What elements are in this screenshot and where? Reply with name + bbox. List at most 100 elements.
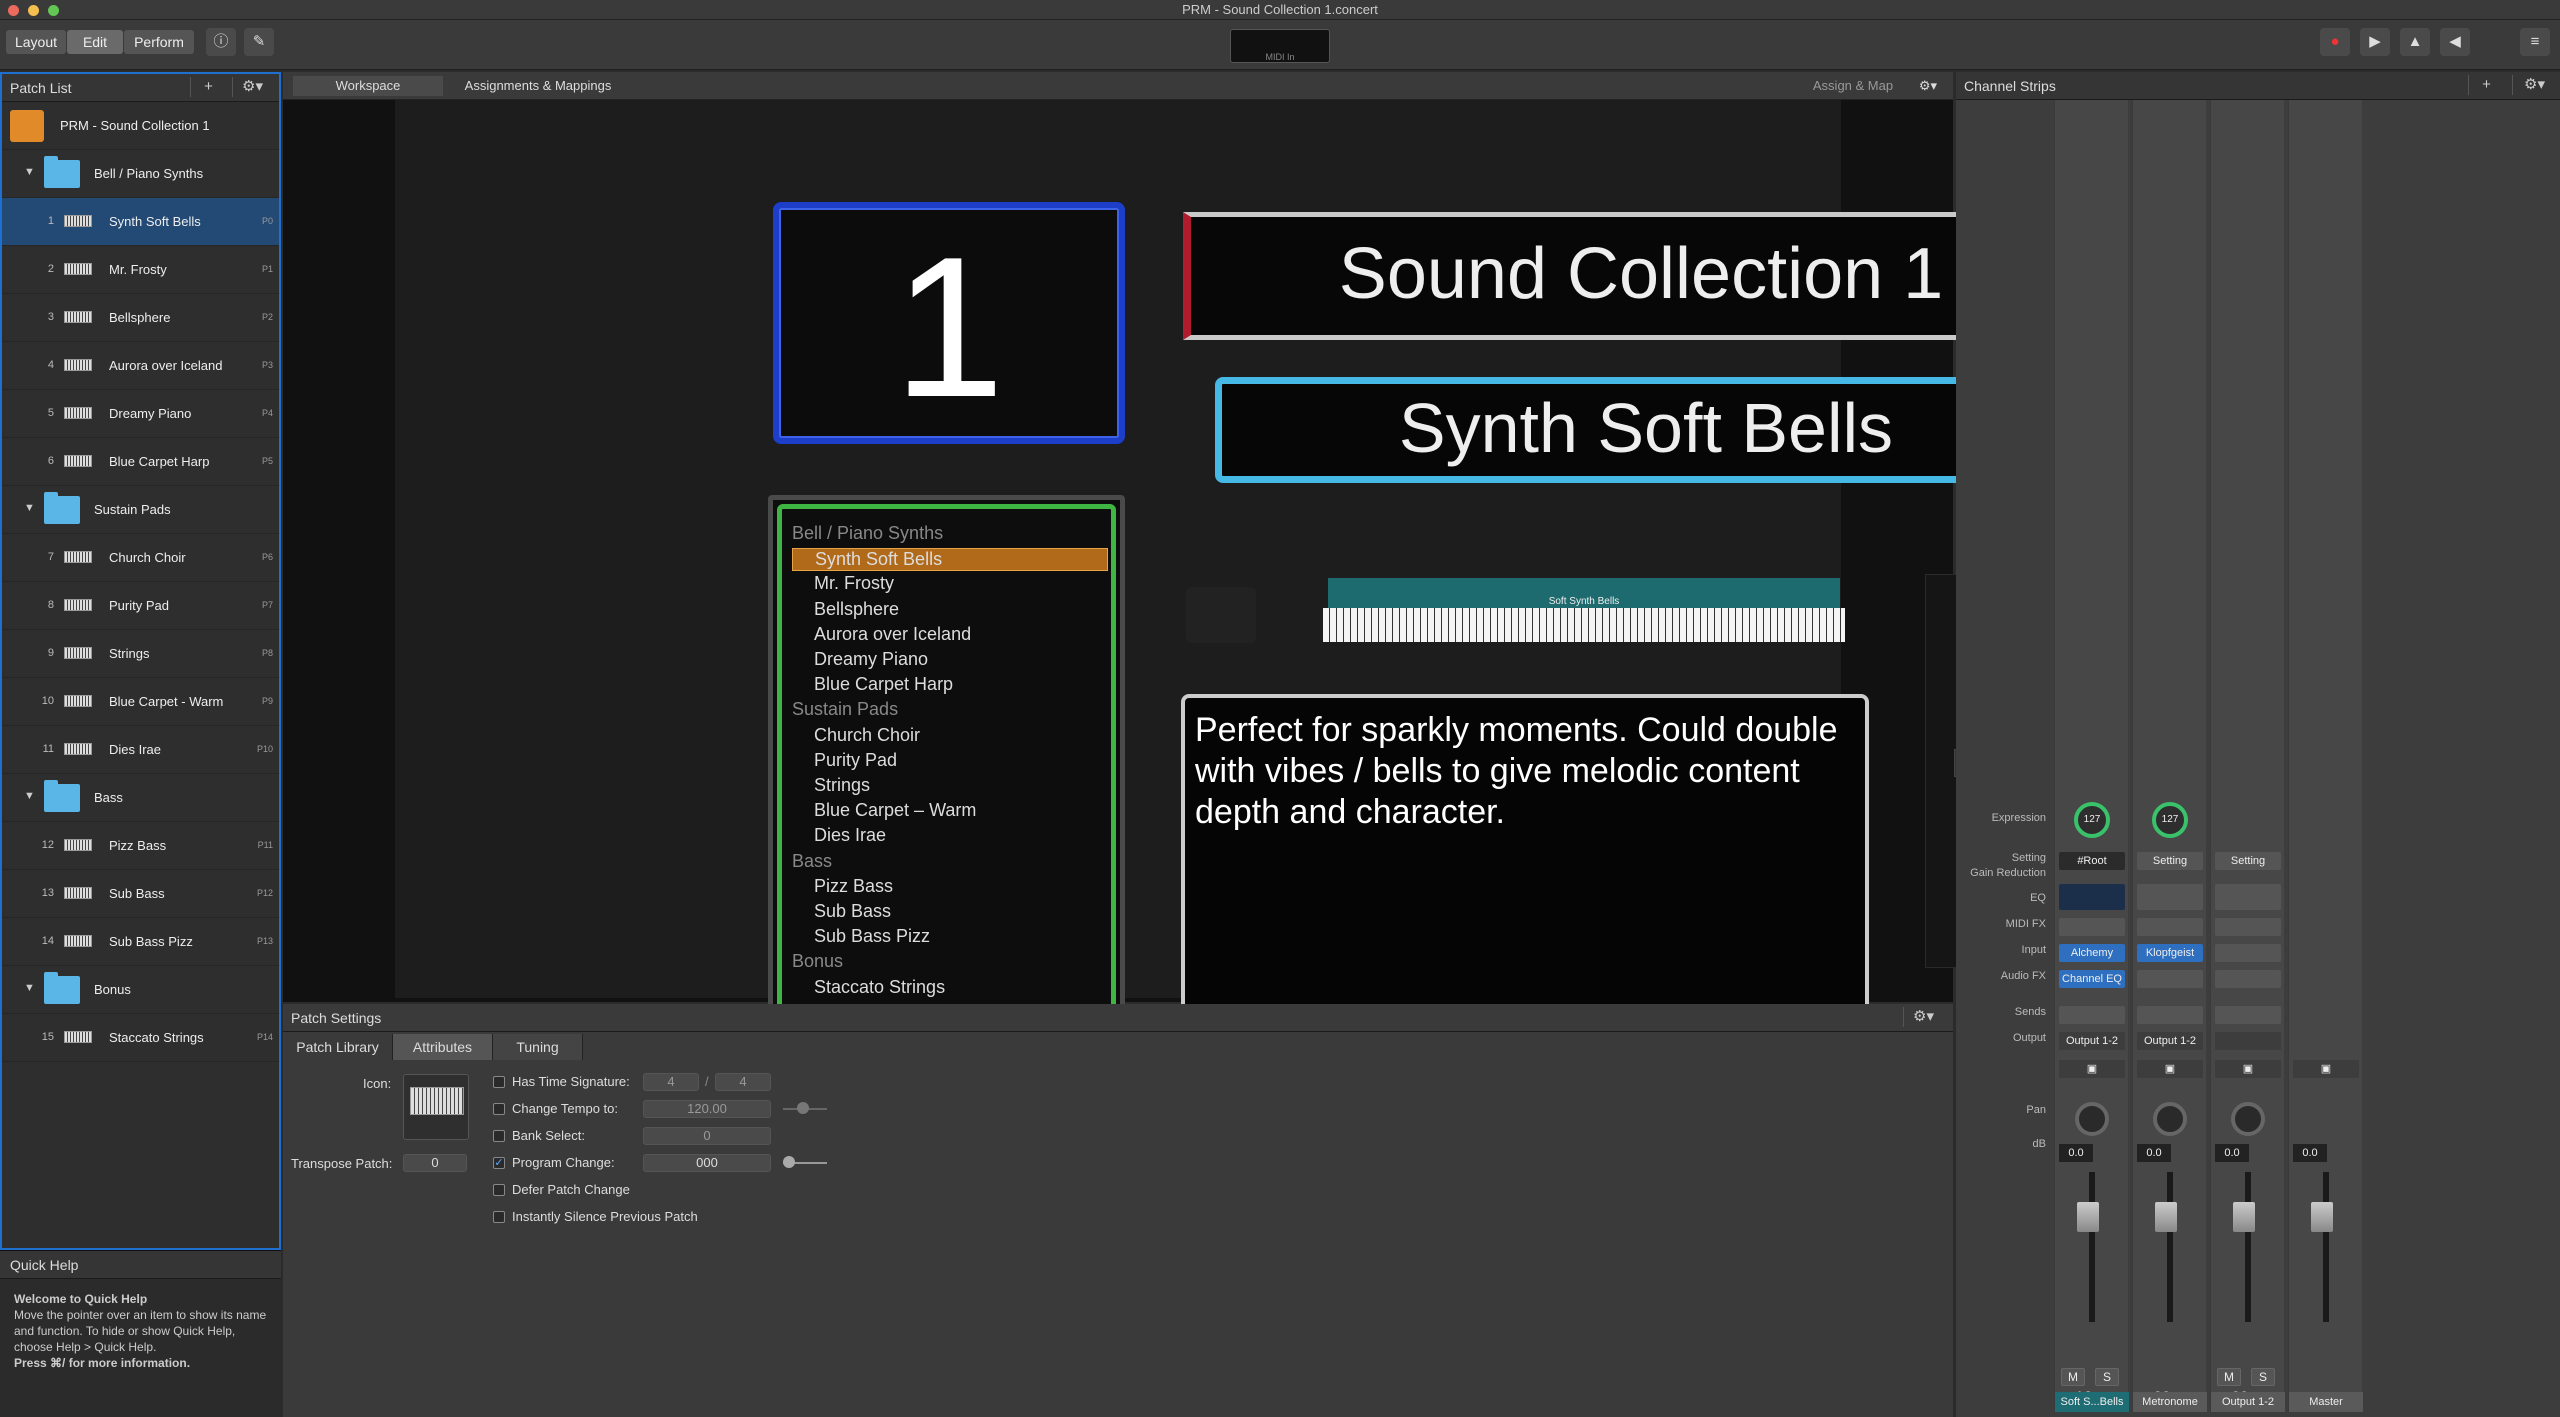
patch-notes[interactable]: Perfect for sparkly moments. Could doubl… xyxy=(1181,694,1869,1044)
bank-select-field[interactable]: 0 xyxy=(643,1127,771,1145)
disclosure-triangle-icon[interactable]: ▼ xyxy=(24,982,35,994)
patch-row[interactable]: 8 Purity Pad P7 xyxy=(2,582,279,630)
midi-fx-slot[interactable] xyxy=(2059,918,2125,936)
volume-fader[interactable] xyxy=(2297,1172,2355,1322)
assign-map-button[interactable]: Assign & Map xyxy=(1803,76,1903,96)
picker-item[interactable]: Dies Irae xyxy=(814,825,886,846)
input-slot[interactable]: Klopfgeist xyxy=(2137,944,2203,962)
setting-slot[interactable]: Setting xyxy=(2215,852,2281,870)
patch-row[interactable]: 10 Blue Carpet - Warm P9 xyxy=(2,678,279,726)
metronome-icon[interactable]: ▲ xyxy=(2400,28,2430,56)
gear-icon[interactable]: ⚙▾ xyxy=(1903,1007,1943,1027)
patch-row[interactable]: 2 Mr. Frosty P1 xyxy=(2,246,279,294)
patch-row[interactable]: 14 Sub Bass Pizz P13 xyxy=(2,918,279,966)
pan-knob[interactable] xyxy=(2153,1102,2187,1136)
solo-button[interactable]: S xyxy=(2095,1368,2119,1386)
picker-item[interactable]: Aurora over Iceland xyxy=(814,624,971,645)
patch-picker[interactable]: Bell / Piano Synths Synth Soft Bells Mr. F… xyxy=(768,495,1125,1043)
audio-fx-slot[interactable] xyxy=(2215,970,2281,988)
patch-row[interactable]: 3 Bellsphere P2 xyxy=(2,294,279,342)
output-slot[interactable]: Output 1-2 xyxy=(2137,1032,2203,1050)
change-tempo-checkbox[interactable] xyxy=(493,1103,505,1115)
setting-slot[interactable]: Setting xyxy=(2137,852,2203,870)
midi-fx-slot[interactable] xyxy=(2137,918,2203,936)
folder-row[interactable]: ▼ Bonus xyxy=(2,966,279,1014)
audio-fx-slot[interactable]: Channel EQ xyxy=(2059,970,2125,988)
keyboard-keys[interactable] xyxy=(1323,608,1845,642)
setting-slot[interactable]: #Root xyxy=(2059,852,2125,870)
patch-row[interactable]: 7 Church Choir P6 xyxy=(2,534,279,582)
tab-workspace[interactable]: Workspace xyxy=(293,76,443,96)
patch-row[interactable]: 6 Blue Carpet Harp P5 xyxy=(2,438,279,486)
tab-attributes[interactable]: Attributes xyxy=(393,1034,493,1060)
info-icon[interactable]: ⓘ xyxy=(206,28,236,56)
concert-row[interactable]: PRM - Sound Collection 1 xyxy=(2,102,279,150)
picker-item[interactable]: Blue Carpet Harp xyxy=(814,674,953,695)
expression-knob[interactable]: 127 xyxy=(2152,802,2188,838)
add-patch-button[interactable]: + xyxy=(190,77,226,97)
patch-row[interactable]: 5 Dreamy Piano P4 xyxy=(2,390,279,438)
silence-previous-checkbox[interactable] xyxy=(493,1211,505,1223)
patch-row[interactable]: 1 Synth Soft Bells P0 xyxy=(2,198,279,246)
picker-item[interactable]: Mr. Frosty xyxy=(814,573,894,594)
time-signature-numerator[interactable]: 4 xyxy=(643,1073,699,1091)
patch-row[interactable]: 15 Staccato Strings P14 xyxy=(2,1014,279,1062)
picker-item[interactable]: Blue Carpet – Warm xyxy=(814,800,976,821)
tempo-slider[interactable] xyxy=(783,1102,827,1114)
tab-assignments-mappings[interactable]: Assignments & Mappings xyxy=(453,76,623,96)
pan-knob[interactable] xyxy=(2075,1102,2109,1136)
strip-name[interactable]: Output 1-2 xyxy=(2211,1392,2285,1412)
disclosure-triangle-icon[interactable]: ▼ xyxy=(24,166,35,178)
picker-item[interactable]: Strings xyxy=(814,775,870,796)
picker-item[interactable]: Synth Soft Bells xyxy=(792,548,1108,572)
mute-button[interactable]: M xyxy=(2217,1368,2241,1386)
output-slot[interactable] xyxy=(2215,1032,2281,1050)
patch-icon-picker[interactable] xyxy=(403,1074,469,1140)
minimize-window-button[interactable] xyxy=(28,5,39,16)
patch-row[interactable]: 12 Pizz Bass P11 xyxy=(2,822,279,870)
close-window-button[interactable] xyxy=(8,5,19,16)
picker-item[interactable]: Sub Bass Pizz xyxy=(814,926,930,947)
strip-name[interactable]: Master xyxy=(2289,1392,2363,1412)
defer-patch-change-checkbox[interactable] xyxy=(493,1184,505,1196)
time-signature-checkbox[interactable] xyxy=(493,1076,505,1088)
solo-button[interactable]: S xyxy=(2251,1368,2275,1386)
picker-item[interactable]: Pizz Bass xyxy=(814,876,893,897)
add-channel-strip-button[interactable]: + xyxy=(2468,75,2504,95)
input-slot[interactable] xyxy=(2215,944,2281,962)
folder-row[interactable]: ▼ Sustain Pads xyxy=(2,486,279,534)
sends-slot[interactable] xyxy=(2215,1006,2281,1024)
eq-slot[interactable] xyxy=(2059,884,2125,910)
picker-item[interactable]: Dreamy Piano xyxy=(814,649,928,670)
edit-mode-button[interactable]: Edit xyxy=(67,30,123,54)
strip-name[interactable]: Metronome xyxy=(2133,1392,2207,1412)
pan-knob[interactable] xyxy=(2231,1102,2265,1136)
output-slot[interactable]: Output 1-2 xyxy=(2059,1032,2125,1050)
picker-item[interactable]: Staccato Strings xyxy=(814,977,945,998)
patch-row[interactable]: 13 Sub Bass P12 xyxy=(2,870,279,918)
volume-fader[interactable] xyxy=(2219,1172,2277,1322)
picker-item[interactable]: Bellsphere xyxy=(814,599,899,620)
eq-slot[interactable] xyxy=(2137,884,2203,910)
program-change-slider[interactable] xyxy=(783,1156,827,1168)
patch-row[interactable]: 11 Dies Irae P10 xyxy=(2,726,279,774)
sustain-pedal-icon[interactable] xyxy=(1186,587,1256,643)
folder-row[interactable]: ▼ Bell / Piano Synths xyxy=(2,150,279,198)
picker-item[interactable]: Sub Bass xyxy=(814,901,891,922)
mute-button[interactable]: M xyxy=(2061,1368,2085,1386)
keyboard-widget[interactable]: Soft Synth Bells xyxy=(1323,578,1845,646)
pencil-icon[interactable]: ✎ xyxy=(244,28,274,56)
fader-cap[interactable] xyxy=(2233,1202,2255,1232)
tempo-slider-knob[interactable] xyxy=(797,1102,809,1114)
bank-select-checkbox[interactable] xyxy=(493,1130,505,1142)
tab-tuning[interactable]: Tuning xyxy=(493,1034,583,1060)
gear-icon[interactable]: ⚙▾ xyxy=(1908,76,1948,96)
gear-icon[interactable]: ⚙▾ xyxy=(2512,75,2556,95)
play-button[interactable]: ▶ xyxy=(2360,28,2390,56)
audio-fx-slot[interactable] xyxy=(2137,970,2203,988)
strip-name[interactable]: Soft S...Bells xyxy=(2055,1392,2129,1412)
program-change-slider-knob[interactable] xyxy=(783,1156,795,1168)
fader-cap[interactable] xyxy=(2077,1202,2099,1232)
perform-mode-button[interactable]: Perform xyxy=(124,30,194,54)
record-button[interactable]: ● xyxy=(2320,28,2350,56)
